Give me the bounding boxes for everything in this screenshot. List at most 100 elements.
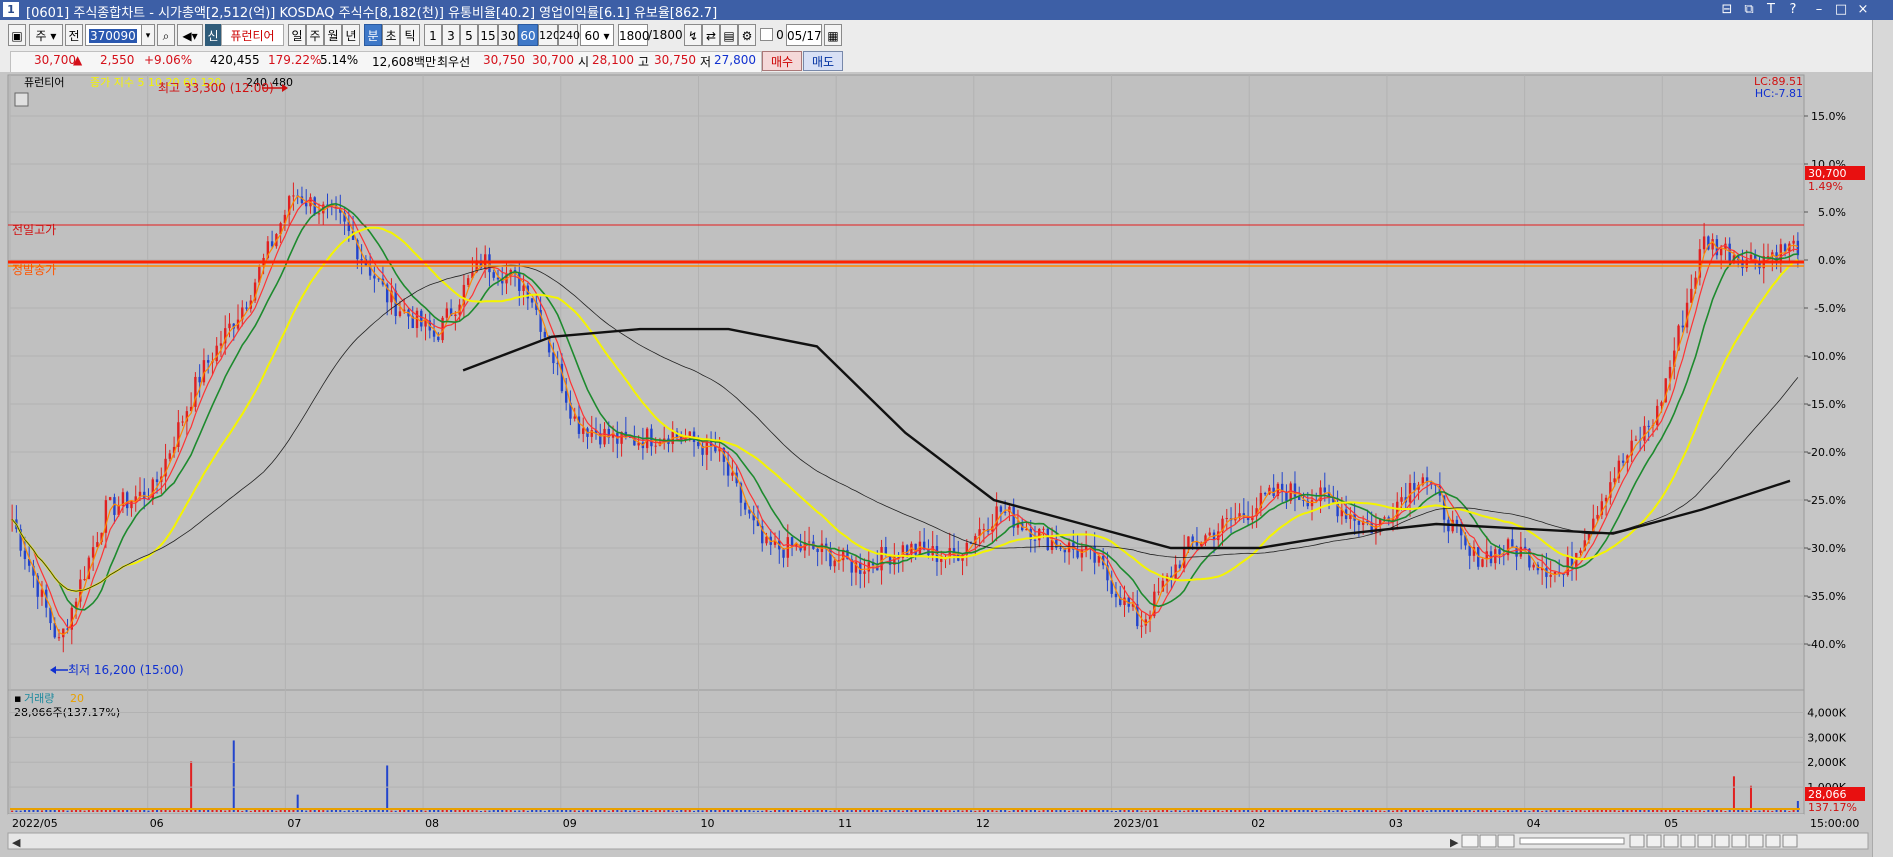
- minute-3[interactable]: 3: [442, 24, 460, 46]
- volume-bar: [147, 810, 150, 812]
- volume-bar: [1617, 810, 1620, 812]
- stop-icon[interactable]: [1479, 834, 1497, 848]
- high-annotation: 최고 33,300 (12:00): [158, 81, 274, 95]
- scroll-left-icon[interactable]: ◀: [12, 836, 21, 849]
- save-icon[interactable]: ▤: [720, 24, 738, 46]
- chart-tool-icon[interactable]: [1714, 834, 1730, 848]
- minimize-button[interactable]: –: [1808, 0, 1830, 20]
- rewind-icon[interactable]: [1461, 834, 1479, 848]
- volume-bar: [58, 809, 61, 812]
- volume-bar: [1336, 810, 1339, 812]
- play-icon[interactable]: [1497, 834, 1515, 848]
- candle-body: [560, 363, 564, 392]
- calendar-icon[interactable]: ▦: [824, 24, 842, 46]
- sound-icon[interactable]: ◀▾: [177, 24, 203, 46]
- chart-tool-icon[interactable]: [1697, 834, 1713, 848]
- volume-bar: [70, 810, 73, 812]
- x-tick-label: 06: [150, 817, 164, 830]
- save-layout-icon[interactable]: ⊟: [1716, 0, 1738, 20]
- maximize-button[interactable]: □: [1830, 0, 1852, 20]
- period-minute[interactable]: 분: [364, 24, 382, 46]
- chart-tool-icon[interactable]: [1782, 834, 1798, 848]
- copy-window-icon[interactable]: ⧉: [1738, 0, 1760, 20]
- font-icon[interactable]: T: [1760, 0, 1782, 20]
- chart-tool-icon[interactable]: [1646, 834, 1662, 848]
- stock-chart[interactable]: 퓨런티어 종가 지수 5 10 20 60 120 240 480 LC:89.…: [0, 72, 1893, 857]
- volume-bar: [1132, 810, 1135, 812]
- high-label: 고: [638, 55, 650, 69]
- period-month[interactable]: 월: [324, 24, 342, 46]
- candle-body: [1719, 248, 1723, 256]
- volume-bar: [1370, 810, 1373, 812]
- volume-bar: [1114, 811, 1117, 812]
- volume-bar: [62, 809, 65, 812]
- indicator-icon[interactable]: ↯: [684, 24, 702, 46]
- period-year[interactable]: 년: [342, 24, 360, 46]
- minute-30[interactable]: 30: [498, 24, 518, 46]
- candle-body: [245, 307, 248, 309]
- x-tick-label: 05: [1664, 817, 1678, 830]
- help-icon[interactable]: ?: [1782, 0, 1804, 20]
- code-dropdown-icon[interactable]: ▾: [141, 24, 155, 46]
- candle-body: [1596, 514, 1599, 519]
- chart-tool-icon[interactable]: [1629, 834, 1645, 848]
- volume-bar: [820, 809, 823, 812]
- volume-bar: [1472, 810, 1475, 812]
- chart-tool-icon[interactable]: [1765, 834, 1781, 848]
- volume-bar: [496, 809, 499, 812]
- close-button[interactable]: ×: [1852, 0, 1874, 20]
- volume-bar: [970, 810, 973, 812]
- volume-bar: [224, 810, 227, 812]
- time-label: 15:00:00: [1810, 817, 1859, 830]
- count-input[interactable]: 1800: [618, 24, 650, 46]
- chart-settings-icon[interactable]: [14, 92, 29, 107]
- gear-icon[interactable]: ⚙: [738, 24, 756, 46]
- volume-bar: [1732, 776, 1735, 812]
- volume-bar: [488, 810, 491, 812]
- volume-bar: [910, 809, 913, 812]
- layout-icon[interactable]: ▣: [8, 24, 26, 46]
- buy-button[interactable]: 매수: [762, 51, 802, 71]
- volume-bar: [774, 809, 777, 812]
- chart-tool-icon[interactable]: [1748, 834, 1764, 848]
- checkbox[interactable]: [760, 28, 773, 41]
- chart-tool-icon[interactable]: [1731, 834, 1747, 848]
- chart-tool-icon[interactable]: [1680, 834, 1696, 848]
- chart-tool-icon[interactable]: [1663, 834, 1679, 848]
- market-select[interactable]: 주 ▾: [29, 24, 63, 46]
- volume-bar: [697, 809, 700, 812]
- zoom-slider[interactable]: [1519, 837, 1625, 845]
- minute-240[interactable]: 240: [558, 24, 580, 46]
- volume-bar: [769, 810, 772, 812]
- volume-bar: [829, 810, 832, 812]
- candle-body: [999, 506, 1003, 512]
- volume-bar: [961, 810, 964, 812]
- prev-code-button[interactable]: 전: [65, 24, 83, 46]
- price-change-pct: +9.06%: [144, 53, 193, 67]
- compare-icon[interactable]: ⇄: [702, 24, 720, 46]
- period-second[interactable]: 초: [382, 24, 400, 46]
- candle-body: [1728, 243, 1731, 262]
- sell-button[interactable]: 매도: [803, 51, 843, 71]
- minute-15[interactable]: 15: [478, 24, 498, 46]
- volume-bar: [484, 810, 487, 812]
- date-input[interactable]: 05/17: [786, 24, 822, 46]
- svg-text:28,066: 28,066: [1808, 788, 1847, 801]
- scroll-right-icon[interactable]: ▶: [1450, 836, 1459, 849]
- volume-bar: [168, 810, 171, 812]
- minute-120[interactable]: 120: [538, 24, 560, 46]
- period-day[interactable]: 일: [288, 24, 306, 46]
- candle-body: [1310, 500, 1314, 507]
- interval-select[interactable]: 60 ▾: [580, 24, 614, 46]
- y-tick-label: -20.0%: [1807, 446, 1846, 459]
- count-total: /1800: [648, 28, 683, 42]
- period-week[interactable]: 주: [306, 24, 324, 46]
- minute-1[interactable]: 1: [424, 24, 442, 46]
- candle-body: [1157, 591, 1160, 593]
- window-titlebar: 1 [0601] 주식종합차트 - 시가총액[2,512(억)] KOSDAQ …: [0, 0, 1893, 21]
- volume-bar: [565, 809, 568, 812]
- minute-60[interactable]: 60: [518, 24, 538, 46]
- period-tick[interactable]: 틱: [400, 24, 420, 46]
- minute-5[interactable]: 5: [460, 24, 478, 46]
- search-icon[interactable]: ⌕: [157, 24, 175, 46]
